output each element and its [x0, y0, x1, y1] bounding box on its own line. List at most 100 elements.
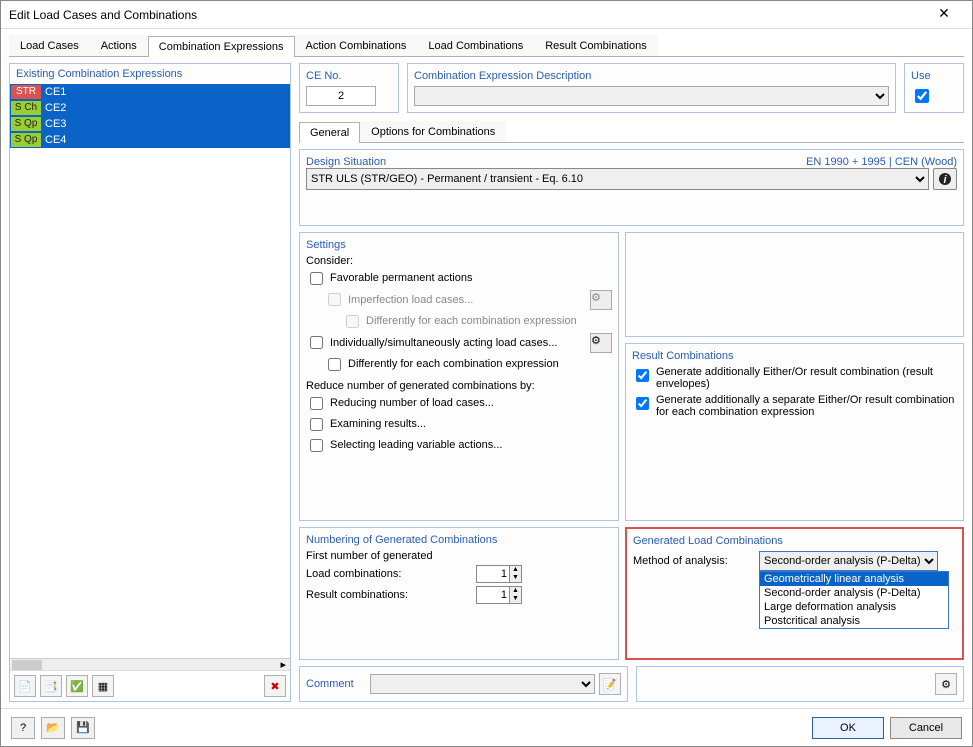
- expressions-listbox[interactable]: STR CE1 S Ch CE2 S Qp CE3 S Qp CE4: [10, 84, 290, 658]
- individually-label: Individually/simultaneously acting load …: [330, 337, 557, 349]
- comment-label: Comment: [306, 678, 366, 690]
- main-tabs: Load Cases Actions Combination Expressio…: [9, 35, 964, 57]
- gen-separate-label: Generate additionally a separate Either/…: [656, 394, 957, 418]
- tab-load-cases[interactable]: Load Cases: [9, 35, 90, 56]
- imperfection-settings-icon[interactable]: ⚙: [590, 290, 612, 310]
- tab-load-combinations[interactable]: Load Combinations: [417, 35, 534, 56]
- spin-down-icon[interactable]: ▼: [509, 595, 521, 603]
- numbering-title: Numbering of Generated Combinations: [306, 534, 612, 546]
- ce-desc-label: Combination Expression Description: [414, 70, 889, 82]
- ce-desc-group: Combination Expression Description: [407, 63, 896, 113]
- design-situation-select[interactable]: STR ULS (STR/GEO) - Permanent / transien…: [306, 168, 929, 190]
- tag-badge: STR: [11, 85, 41, 99]
- result-combinations-title: Result Combinations: [632, 350, 957, 362]
- list-item[interactable]: S Ch CE2: [10, 100, 290, 116]
- method-option[interactable]: Second-order analysis (P-Delta): [760, 586, 948, 600]
- gen-either-or-label: Generate additionally Either/Or result c…: [656, 366, 957, 390]
- comment-select[interactable]: [370, 674, 595, 694]
- examining-checkbox[interactable]: [310, 418, 323, 431]
- method-option[interactable]: Geometrically linear analysis: [760, 572, 948, 586]
- grid-icon[interactable]: ▦: [92, 675, 114, 697]
- list-item-label: CE2: [41, 102, 290, 114]
- ce-no-input[interactable]: [306, 86, 376, 106]
- use-group: Use: [904, 63, 964, 113]
- ce-desc-select[interactable]: [414, 86, 889, 106]
- list-item[interactable]: S Qp CE4: [10, 132, 290, 148]
- close-icon[interactable]: ✕: [924, 5, 964, 25]
- new-icon[interactable]: 📄: [14, 675, 36, 697]
- reducing-checkbox[interactable]: [310, 397, 323, 410]
- window-title: Edit Load Cases and Combinations: [9, 8, 924, 22]
- imperfection-label: Imperfection load cases...: [348, 294, 473, 306]
- use-checkbox[interactable]: [915, 89, 929, 103]
- spin-down-icon[interactable]: ▼: [509, 574, 521, 582]
- method-option[interactable]: Large deformation analysis: [760, 600, 948, 614]
- favorable-label: Favorable permanent actions: [330, 272, 472, 284]
- imperfection-checkbox: [328, 293, 341, 306]
- first-number-label: First number of generated: [306, 550, 612, 562]
- comment-edit-icon[interactable]: 📝: [599, 673, 621, 695]
- selecting-checkbox[interactable]: [310, 439, 323, 452]
- settings-group: Settings Consider: Favorable permanent a…: [299, 232, 619, 521]
- delete-icon[interactable]: ✖: [264, 675, 286, 697]
- dialog-window: Edit Load Cases and Combinations ✕ Load …: [0, 0, 973, 747]
- save-icon[interactable]: 💾: [71, 717, 95, 739]
- favorable-checkbox[interactable]: [310, 272, 323, 285]
- list-item[interactable]: S Qp CE3: [10, 116, 290, 132]
- check-icon[interactable]: ✅: [66, 675, 88, 697]
- design-standard: EN 1990 + 1995 | CEN (Wood): [806, 156, 957, 168]
- gen-either-or-checkbox[interactable]: [636, 369, 649, 382]
- diff1-label: Differently for each combination express…: [366, 315, 577, 327]
- tab-result-combinations[interactable]: Result Combinations: [534, 35, 658, 56]
- numbering-group: Numbering of Generated Combinations Firs…: [299, 527, 619, 661]
- result-comb-input[interactable]: [477, 587, 509, 603]
- generated-load-combinations-group: Generated Load Combinations Method of an…: [625, 527, 964, 661]
- design-situation-group: Design Situation EN 1990 + 1995 | CEN (W…: [299, 149, 964, 226]
- tag-badge: S Qp: [11, 117, 41, 131]
- empty-panel: [625, 232, 964, 338]
- design-situation-label: Design Situation: [306, 156, 386, 168]
- method-label: Method of analysis:: [633, 555, 753, 567]
- method-option[interactable]: Postcritical analysis: [760, 614, 948, 628]
- list-toolbar: 📄 📑 ✅ ▦ ✖: [10, 670, 290, 701]
- individually-checkbox[interactable]: [310, 336, 323, 349]
- list-item[interactable]: STR CE1: [10, 84, 290, 100]
- consider-label: Consider:: [306, 255, 612, 267]
- spin-up-icon[interactable]: ▲: [509, 587, 521, 595]
- gen-separate-checkbox[interactable]: [636, 397, 649, 410]
- folder-icon[interactable]: 📂: [41, 717, 65, 739]
- existing-expressions-panel: Existing Combination Expressions STR CE1…: [9, 63, 291, 702]
- result-comb-spinner[interactable]: ▲▼: [476, 586, 522, 604]
- result-comb-label: Result combinations:: [306, 589, 476, 601]
- cancel-button[interactable]: Cancel: [890, 717, 962, 739]
- info-icon[interactable]: i: [933, 168, 957, 190]
- tag-badge: S Qp: [11, 133, 41, 147]
- list-item-label: CE4: [41, 134, 290, 146]
- method-select[interactable]: Second-order analysis (P-Delta): [759, 551, 938, 571]
- tab-combination-expressions[interactable]: Combination Expressions: [148, 36, 295, 57]
- side-action-icon[interactable]: ⚙: [935, 673, 957, 695]
- genload-title: Generated Load Combinations: [633, 535, 956, 547]
- use-label: Use: [911, 70, 957, 82]
- tab-actions[interactable]: Actions: [90, 35, 148, 56]
- ok-button[interactable]: OK: [812, 717, 884, 739]
- existing-expressions-title: Existing Combination Expressions: [10, 64, 290, 84]
- list-scrollbar[interactable]: ▸: [10, 658, 290, 670]
- method-dropdown-list[interactable]: Geometrically linear analysis Second-ord…: [759, 571, 949, 629]
- individually-settings-icon[interactable]: ⚙: [590, 333, 612, 353]
- list-item-label: CE3: [41, 118, 290, 130]
- subtab-options[interactable]: Options for Combinations: [360, 121, 506, 142]
- ce-no-label: CE No.: [306, 70, 392, 82]
- result-combinations-group: Result Combinations Generate additionall…: [625, 343, 964, 521]
- spin-up-icon[interactable]: ▲: [509, 566, 521, 574]
- load-comb-input[interactable]: [477, 566, 509, 582]
- load-comb-spinner[interactable]: ▲▼: [476, 565, 522, 583]
- subtab-general[interactable]: General: [299, 122, 360, 143]
- reduce-label: Reduce number of generated combinations …: [306, 380, 612, 392]
- diff2-checkbox[interactable]: [328, 358, 341, 371]
- help-icon[interactable]: ?: [11, 717, 35, 739]
- titlebar: Edit Load Cases and Combinations ✕: [1, 1, 972, 29]
- settings-title: Settings: [306, 239, 612, 251]
- copy-icon[interactable]: 📑: [40, 675, 62, 697]
- tab-action-combinations[interactable]: Action Combinations: [295, 35, 418, 56]
